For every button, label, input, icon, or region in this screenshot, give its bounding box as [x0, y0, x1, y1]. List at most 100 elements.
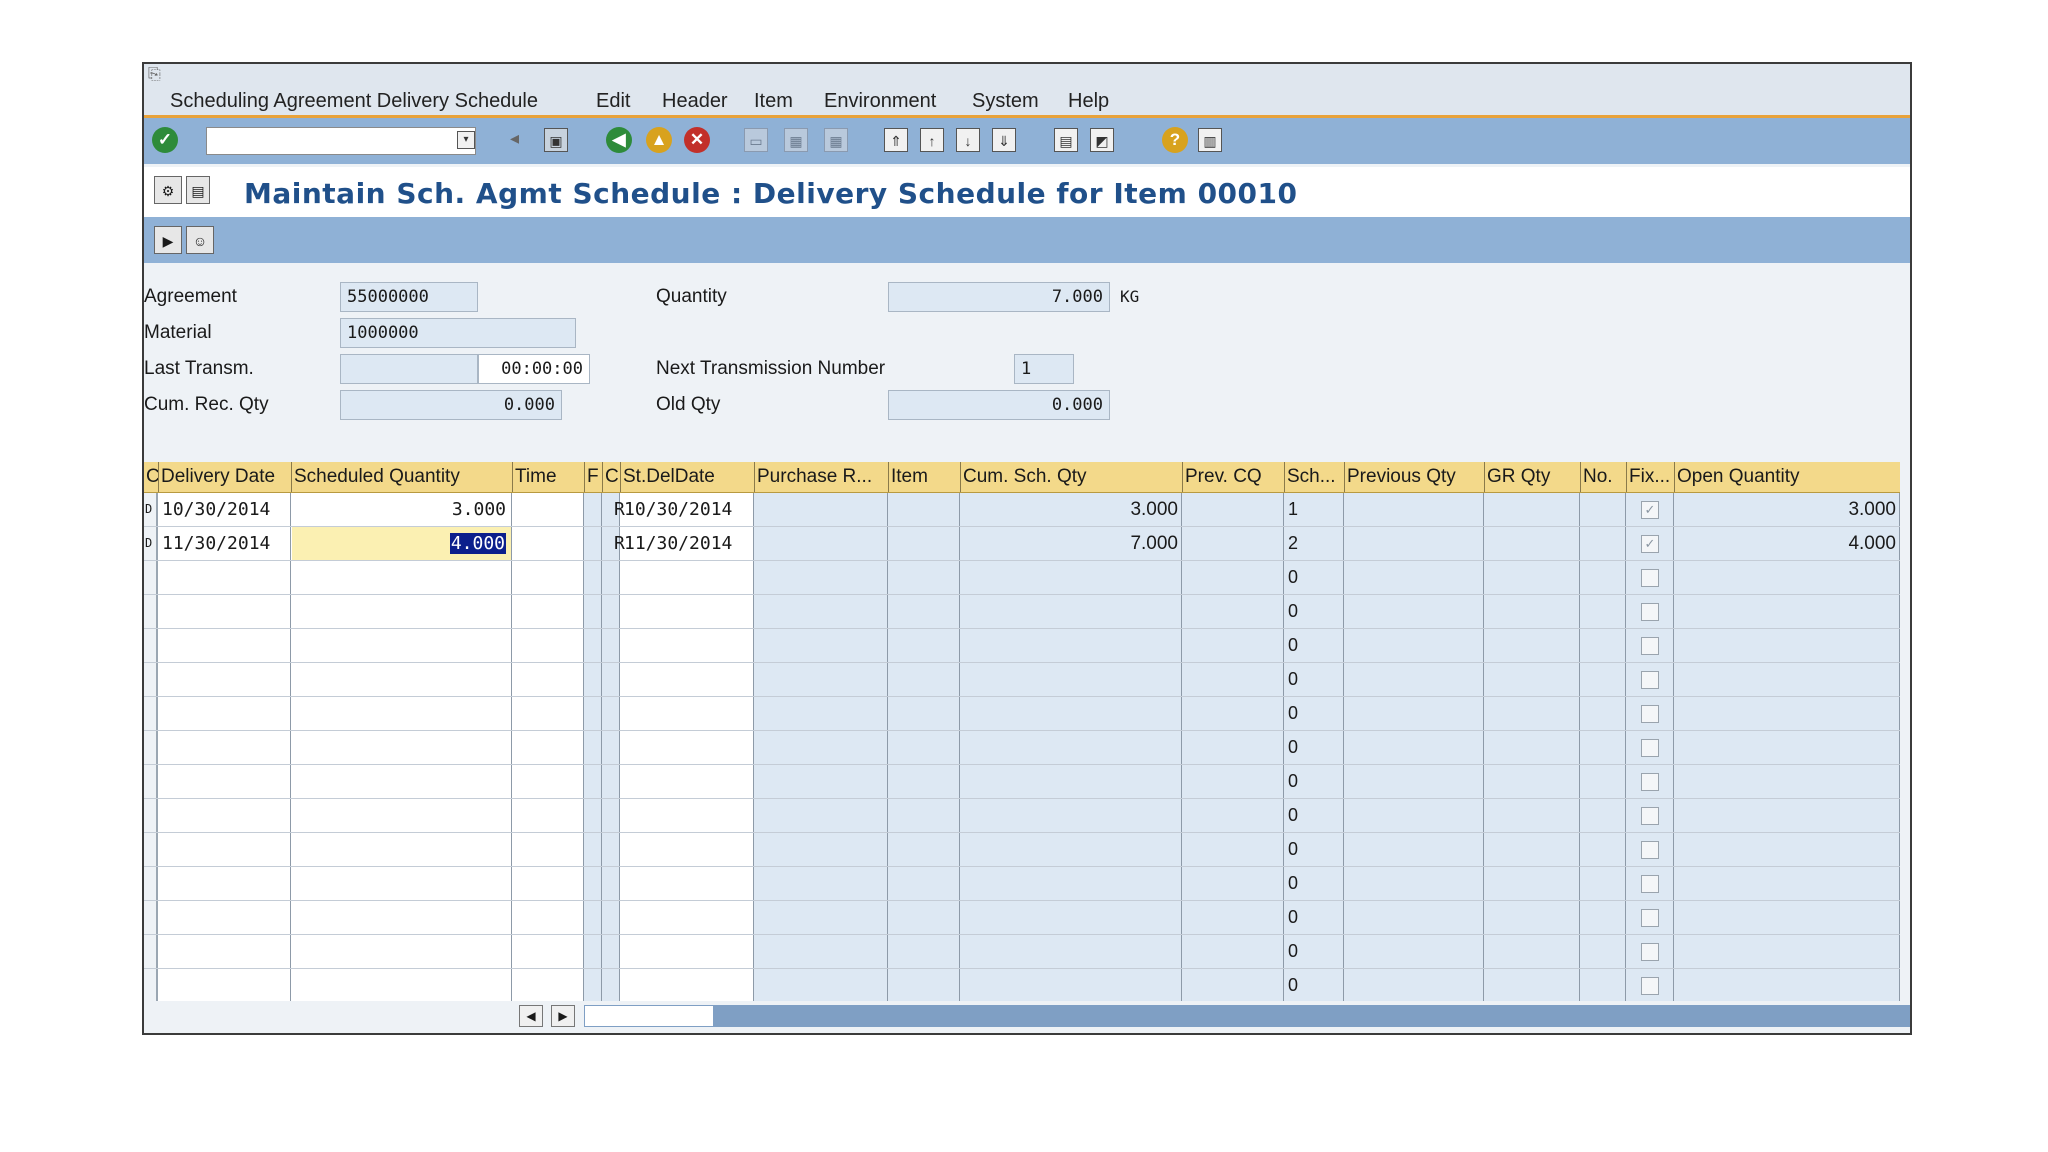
cum-rec-qty-field[interactable]: 0.000 — [340, 390, 562, 420]
shortcut-icon[interactable]: ◩ — [1090, 128, 1114, 152]
row1-st-del-date[interactable]: 10/30/2014 — [624, 493, 732, 526]
scheduled-quantity-column[interactable] — [291, 493, 512, 1031]
purchase-req-column[interactable] — [754, 493, 888, 1031]
system-menu-icon[interactable]: ⎘ — [148, 66, 161, 84]
scroll-left-icon[interactable]: ◀ — [519, 1005, 543, 1027]
col-delivery-date[interactable]: Delivery Date — [158, 462, 291, 492]
empty-row-fix-checkbox[interactable] — [1641, 569, 1659, 587]
old-qty-field[interactable]: 0.000 — [888, 390, 1110, 420]
customize-layout-icon[interactable]: ▥ — [1198, 128, 1222, 152]
no-column[interactable] — [1580, 493, 1626, 1031]
col-c[interactable]: C — [144, 462, 158, 492]
create-session-icon[interactable]: ▤ — [1054, 128, 1078, 152]
col-st-del-date[interactable]: St.DelDate — [620, 462, 754, 492]
col-sch[interactable]: Sch... — [1284, 462, 1344, 492]
row1-fix-checkbox[interactable]: ✓ — [1641, 501, 1659, 519]
row-selector-column[interactable] — [144, 493, 158, 1031]
empty-row-fix-checkbox[interactable] — [1641, 807, 1659, 825]
back-small-icon[interactable]: ◂ — [510, 128, 519, 149]
empty-row-fix-checkbox[interactable] — [1641, 603, 1659, 621]
row2-delivery-date[interactable]: 11/30/2014 — [162, 527, 270, 560]
command-field[interactable] — [206, 127, 476, 155]
row2-selector[interactable]: D — [145, 527, 152, 560]
other-agreement-icon[interactable]: ⚙ — [154, 176, 182, 204]
col-open-quantity[interactable]: Open Quantity — [1674, 462, 1900, 492]
empty-row-fix-checkbox[interactable] — [1641, 875, 1659, 893]
col-no[interactable]: No. — [1580, 462, 1626, 492]
empty-row-fix-checkbox[interactable] — [1641, 909, 1659, 927]
col-gr-qty[interactable]: GR Qty — [1484, 462, 1580, 492]
empty-row-fix-checkbox[interactable] — [1641, 977, 1659, 995]
empty-row-fix-checkbox[interactable] — [1641, 637, 1659, 655]
next-page-icon[interactable]: ↓ — [956, 128, 980, 152]
execute-icon[interactable]: ▶ — [154, 226, 182, 254]
row2-st-del-date[interactable]: 11/30/2014 — [624, 527, 732, 560]
item-column[interactable] — [888, 493, 960, 1031]
menu-header[interactable]: Header — [662, 90, 728, 113]
person-icon[interactable]: ☺ — [186, 226, 214, 254]
last-page-icon[interactable]: ⇓ — [992, 128, 1016, 152]
menu-environment[interactable]: Environment — [824, 90, 936, 113]
previous-page-icon[interactable]: ↑ — [920, 128, 944, 152]
c2-column[interactable] — [602, 493, 620, 1031]
gr-qty-column[interactable] — [1484, 493, 1580, 1031]
open-quantity-column[interactable] — [1674, 493, 1900, 1031]
col-item[interactable]: Item — [888, 462, 960, 492]
enter-check-icon[interactable]: ✓ — [152, 127, 178, 153]
agreement-field[interactable]: 55000000 — [340, 282, 478, 312]
print-icon[interactable]: ▭ — [744, 128, 768, 152]
find-icon[interactable]: ▦ — [784, 128, 808, 152]
row1-scheduled-quantity[interactable]: 3.000 — [294, 493, 506, 526]
empty-row-fix-checkbox[interactable] — [1641, 841, 1659, 859]
menu-system[interactable]: System — [972, 90, 1039, 113]
previous-qty-column[interactable] — [1344, 493, 1484, 1031]
col-purchase-req[interactable]: Purchase R... — [754, 462, 888, 492]
col-prev-cq[interactable]: Prev. CQ — [1182, 462, 1284, 492]
col-previous-qty[interactable]: Previous Qty — [1344, 462, 1484, 492]
next-transmission-field[interactable]: 1 — [1014, 354, 1074, 384]
col-fix[interactable]: Fix... — [1626, 462, 1674, 492]
cum-sch-qty-column[interactable] — [960, 493, 1182, 1031]
time-column[interactable] — [512, 493, 584, 1031]
delivery-date-column[interactable] — [158, 493, 291, 1031]
display-change-icon[interactable]: ▤ — [186, 176, 210, 204]
menu-scheduling-agreement[interactable]: Scheduling Agreement Delivery Schedule — [170, 90, 538, 113]
row2-fix-checkbox[interactable]: ✓ — [1641, 535, 1659, 553]
cancel-icon[interactable]: ✕ — [684, 127, 710, 153]
horizontal-scrollbar[interactable]: ◀ ▶ — [144, 1001, 1910, 1031]
row2-scheduled-quantity[interactable]: 4.000 — [294, 527, 506, 560]
col-f[interactable]: F — [584, 462, 602, 492]
menu-item[interactable]: Item — [754, 90, 793, 113]
help-icon[interactable]: ? — [1162, 127, 1188, 153]
last-transm-time-field[interactable]: 00:00:00 — [478, 354, 590, 384]
scroll-right-icon[interactable]: ▶ — [551, 1005, 575, 1027]
f-column[interactable] — [584, 493, 602, 1031]
empty-row-fix-checkbox[interactable] — [1641, 739, 1659, 757]
st-del-date-column[interactable] — [620, 493, 754, 1031]
menu-edit[interactable]: Edit — [596, 90, 630, 113]
empty-row-fix-checkbox[interactable] — [1641, 943, 1659, 961]
first-page-icon[interactable]: ⇑ — [884, 128, 908, 152]
exit-icon[interactable]: ▲ — [646, 127, 672, 153]
row1-selector[interactable]: D — [145, 493, 152, 526]
scroll-thumb[interactable] — [584, 1005, 714, 1027]
material-field[interactable]: 1000000 — [340, 318, 576, 348]
empty-row-fix-checkbox[interactable] — [1641, 705, 1659, 723]
menu-help[interactable]: Help — [1068, 90, 1109, 113]
command-history-icon[interactable]: ▾ — [457, 131, 475, 149]
scroll-track[interactable] — [584, 1005, 1910, 1027]
empty-row-fix-checkbox[interactable] — [1641, 773, 1659, 791]
col-time[interactable]: Time — [512, 462, 584, 492]
find-next-icon[interactable]: ▦ — [824, 128, 848, 152]
back-icon[interactable]: ◀ — [606, 127, 632, 153]
col-c2[interactable]: C — [602, 462, 620, 492]
selected-text[interactable]: 4.000 — [449, 533, 506, 554]
prev-cq-column[interactable] — [1182, 493, 1284, 1031]
col-scheduled-quantity[interactable]: Scheduled Quantity — [291, 462, 512, 492]
row1-delivery-date[interactable]: 10/30/2014 — [162, 493, 270, 526]
quantity-field[interactable]: 7.000 — [888, 282, 1110, 312]
col-cum-sch-qty[interactable]: Cum. Sch. Qty — [960, 462, 1182, 492]
save-icon[interactable]: ▣ — [544, 128, 568, 152]
empty-row-fix-checkbox[interactable] — [1641, 671, 1659, 689]
last-transm-date-field[interactable] — [340, 354, 478, 384]
